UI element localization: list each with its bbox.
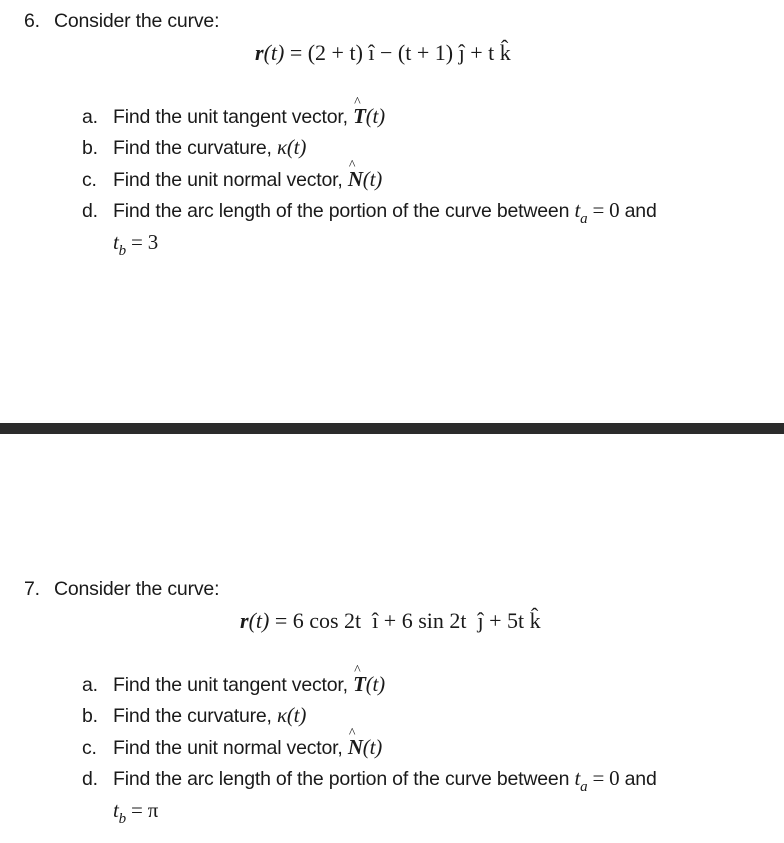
equation-rhs: = 6 cos 2t î + 6 sin 2t ĵ + 5t k̂ <box>269 608 541 633</box>
tb-sub: b <box>118 243 127 259</box>
problem-7-part-b: b. Find the curvature, κ(t) <box>82 703 306 728</box>
part-text: Find the unit tangent vector, <box>113 106 354 128</box>
part-letter: d. <box>82 200 98 222</box>
problem-6-part-d-tb: tb = 3 <box>113 230 158 260</box>
curvature-symbol: κ <box>277 135 287 159</box>
and-text: and <box>619 200 657 222</box>
problem-heading-text: Consider the curve: <box>54 578 220 600</box>
unit-tangent-symbol: ^ T <box>353 95 366 129</box>
ta-value: = 0 <box>587 198 620 222</box>
part-text: Find the arc length of the portion of th… <box>113 200 575 222</box>
tb-value: = 3 <box>125 230 158 254</box>
curvature-symbol: κ <box>277 703 287 727</box>
part-text: Find the unit normal vector, <box>113 737 348 759</box>
part-text: Find the arc length of the portion of th… <box>113 768 575 790</box>
part-text: Find the curvature, <box>113 705 277 727</box>
part-letter: a. <box>82 674 98 696</box>
tb-sub: b <box>118 811 127 827</box>
and-text: and <box>619 768 657 790</box>
problem-6-part-a: a. Find the unit tangent vector, ^ T(t) <box>82 95 385 129</box>
part-letter: b. <box>82 705 98 727</box>
hat-accent: ^ <box>354 663 361 678</box>
problem-7-part-d-tb: tb = π <box>113 798 158 828</box>
vector-r: r <box>240 608 249 633</box>
part-letter: b. <box>82 137 98 159</box>
problem-6-heading: 6. Consider the curve: <box>24 10 219 33</box>
part-arg: (t) <box>286 703 307 727</box>
problem-7-part-c: c. Find the unit normal vector, ^ N(t) <box>82 726 383 760</box>
unit-normal-symbol: ^ N <box>348 726 363 760</box>
problem-7-heading: 7. Consider the curve: <box>24 578 219 601</box>
part-letter: c. <box>82 169 97 191</box>
problem-number: 7. <box>24 578 40 600</box>
equation-arg: (t) <box>248 608 270 633</box>
part-letter: d. <box>82 768 98 790</box>
part-arg: (t) <box>365 104 385 128</box>
hat-accent: ^ <box>354 95 361 110</box>
problem-6-equation: r(t) = (2 + t) î − (t + 1) ĵ + t k̂ <box>255 40 511 66</box>
part-text: Find the unit tangent vector, <box>113 674 354 696</box>
part-arg: (t) <box>365 672 385 696</box>
equation-rhs: = (2 + t) î − (t + 1) ĵ + t k̂ <box>284 40 511 65</box>
unit-tangent-symbol: ^ T <box>353 663 366 697</box>
part-arg: (t) <box>362 167 383 191</box>
hat-accent: ^ <box>348 158 356 173</box>
ta-value: = 0 <box>587 766 620 790</box>
problem-7-equation: r(t) = 6 cos 2t î + 6 sin 2t ĵ + 5t k̂ <box>240 608 541 634</box>
problem-7-part-d: d. Find the arc length of the portion of … <box>82 766 657 796</box>
problem-7-part-a: a. Find the unit tangent vector, ^ T(t) <box>82 663 385 697</box>
equation-arg: (t) <box>263 40 285 65</box>
problem-heading-text: Consider the curve: <box>54 10 220 32</box>
part-text: Find the unit normal vector, <box>113 169 348 191</box>
part-text: Find the curvature, <box>113 137 277 159</box>
unit-normal-symbol: ^ N <box>348 158 363 192</box>
vector-r: r <box>255 40 264 65</box>
part-letter: a. <box>82 106 98 128</box>
part-letter: c. <box>82 737 97 759</box>
part-arg: (t) <box>362 735 383 759</box>
problem-6-part-d: d. Find the arc length of the portion of … <box>82 198 657 228</box>
problem-6-part-b: b. Find the curvature, κ(t) <box>82 135 306 160</box>
problem-6-part-c: c. Find the unit normal vector, ^ N(t) <box>82 158 383 192</box>
hat-accent: ^ <box>348 726 356 741</box>
page-divider <box>0 423 784 434</box>
tb-value: = π <box>125 798 159 822</box>
part-arg: (t) <box>286 135 307 159</box>
problem-number: 6. <box>24 10 40 32</box>
